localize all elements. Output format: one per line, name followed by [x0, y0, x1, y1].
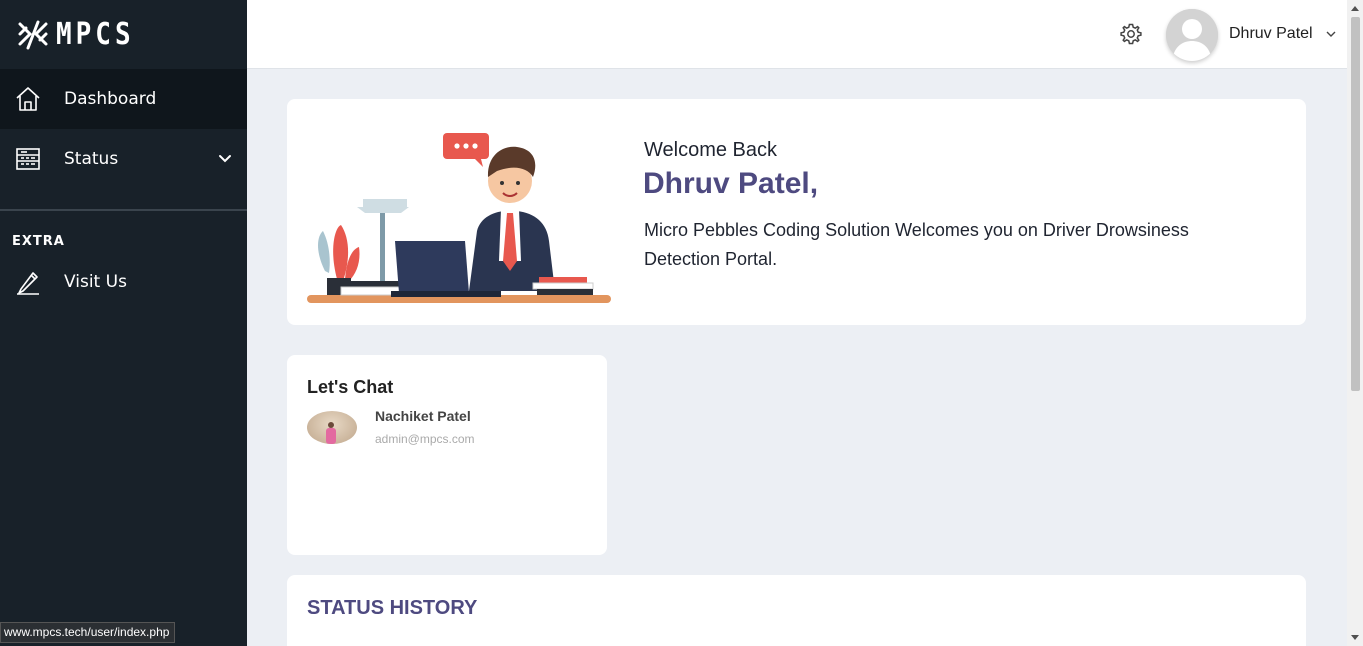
welcome-greeting: Welcome Back: [644, 139, 778, 161]
person-photo-icon: [326, 422, 336, 444]
brand[interactable]: MPCS: [0, 0, 247, 69]
status-history-card: STATUS HISTORY: [287, 575, 1306, 646]
home-icon: [15, 86, 41, 112]
welcome-user-name: Dhruv Patel,: [643, 167, 819, 200]
user-avatar[interactable]: [1166, 9, 1218, 61]
user-placeholder-icon: [1166, 9, 1218, 61]
pencil-icon: [15, 269, 41, 295]
chat-contact-avatar[interactable]: [307, 411, 357, 444]
status-history-title: STATUS HISTORY: [307, 597, 478, 619]
welcome-card: Welcome Back Dhruv Patel, Micro Pebbles …: [287, 99, 1306, 325]
chevron-down-icon[interactable]: [1325, 28, 1337, 40]
sidebar-item-dashboard[interactable]: Dashboard: [0, 69, 247, 129]
gear-icon[interactable]: [1119, 22, 1143, 46]
welcome-message: Micro Pebbles Coding Solution Welcomes y…: [644, 220, 1189, 269]
brand-logo-icon: [18, 20, 48, 49]
user-name[interactable]: Dhruv Patel: [1229, 25, 1313, 43]
welcome-illustration: [307, 133, 611, 303]
scroll-down-arrow-icon[interactable]: [1351, 635, 1359, 640]
sidebar-item-label: Status: [64, 149, 119, 169]
sidebar-item-label: Dashboard: [64, 89, 157, 109]
server-icon: [15, 146, 41, 172]
chat-contact-name[interactable]: Nachiket Patel: [375, 408, 471, 424]
chat-card: Let's Chat Nachiket Patel admin@mpcs.com: [287, 355, 607, 555]
sidebar-item-status[interactable]: Status: [0, 129, 247, 189]
scroll-thumb[interactable]: [1351, 17, 1360, 391]
page-scrollbar[interactable]: [1347, 0, 1363, 646]
chat-title: Let's Chat: [307, 377, 394, 397]
chevron-down-icon[interactable]: [217, 151, 233, 167]
topbar: Dhruv Patel: [247, 0, 1347, 69]
browser-status-url: www.mpcs.tech/user/index.php: [0, 622, 176, 643]
sidebar-item-label: Visit Us: [64, 272, 127, 292]
sidebar-item-visit-us[interactable]: Visit Us: [0, 255, 247, 309]
sidebar-section-title: EXTRA: [12, 234, 65, 249]
sidebar: MPCS Dashboard Status EXTRA Visit Us: [0, 0, 247, 646]
brand-name: MPCS: [56, 17, 135, 52]
chat-contact-email: admin@mpcs.com: [375, 432, 475, 446]
scroll-up-arrow-icon[interactable]: [1351, 6, 1359, 11]
